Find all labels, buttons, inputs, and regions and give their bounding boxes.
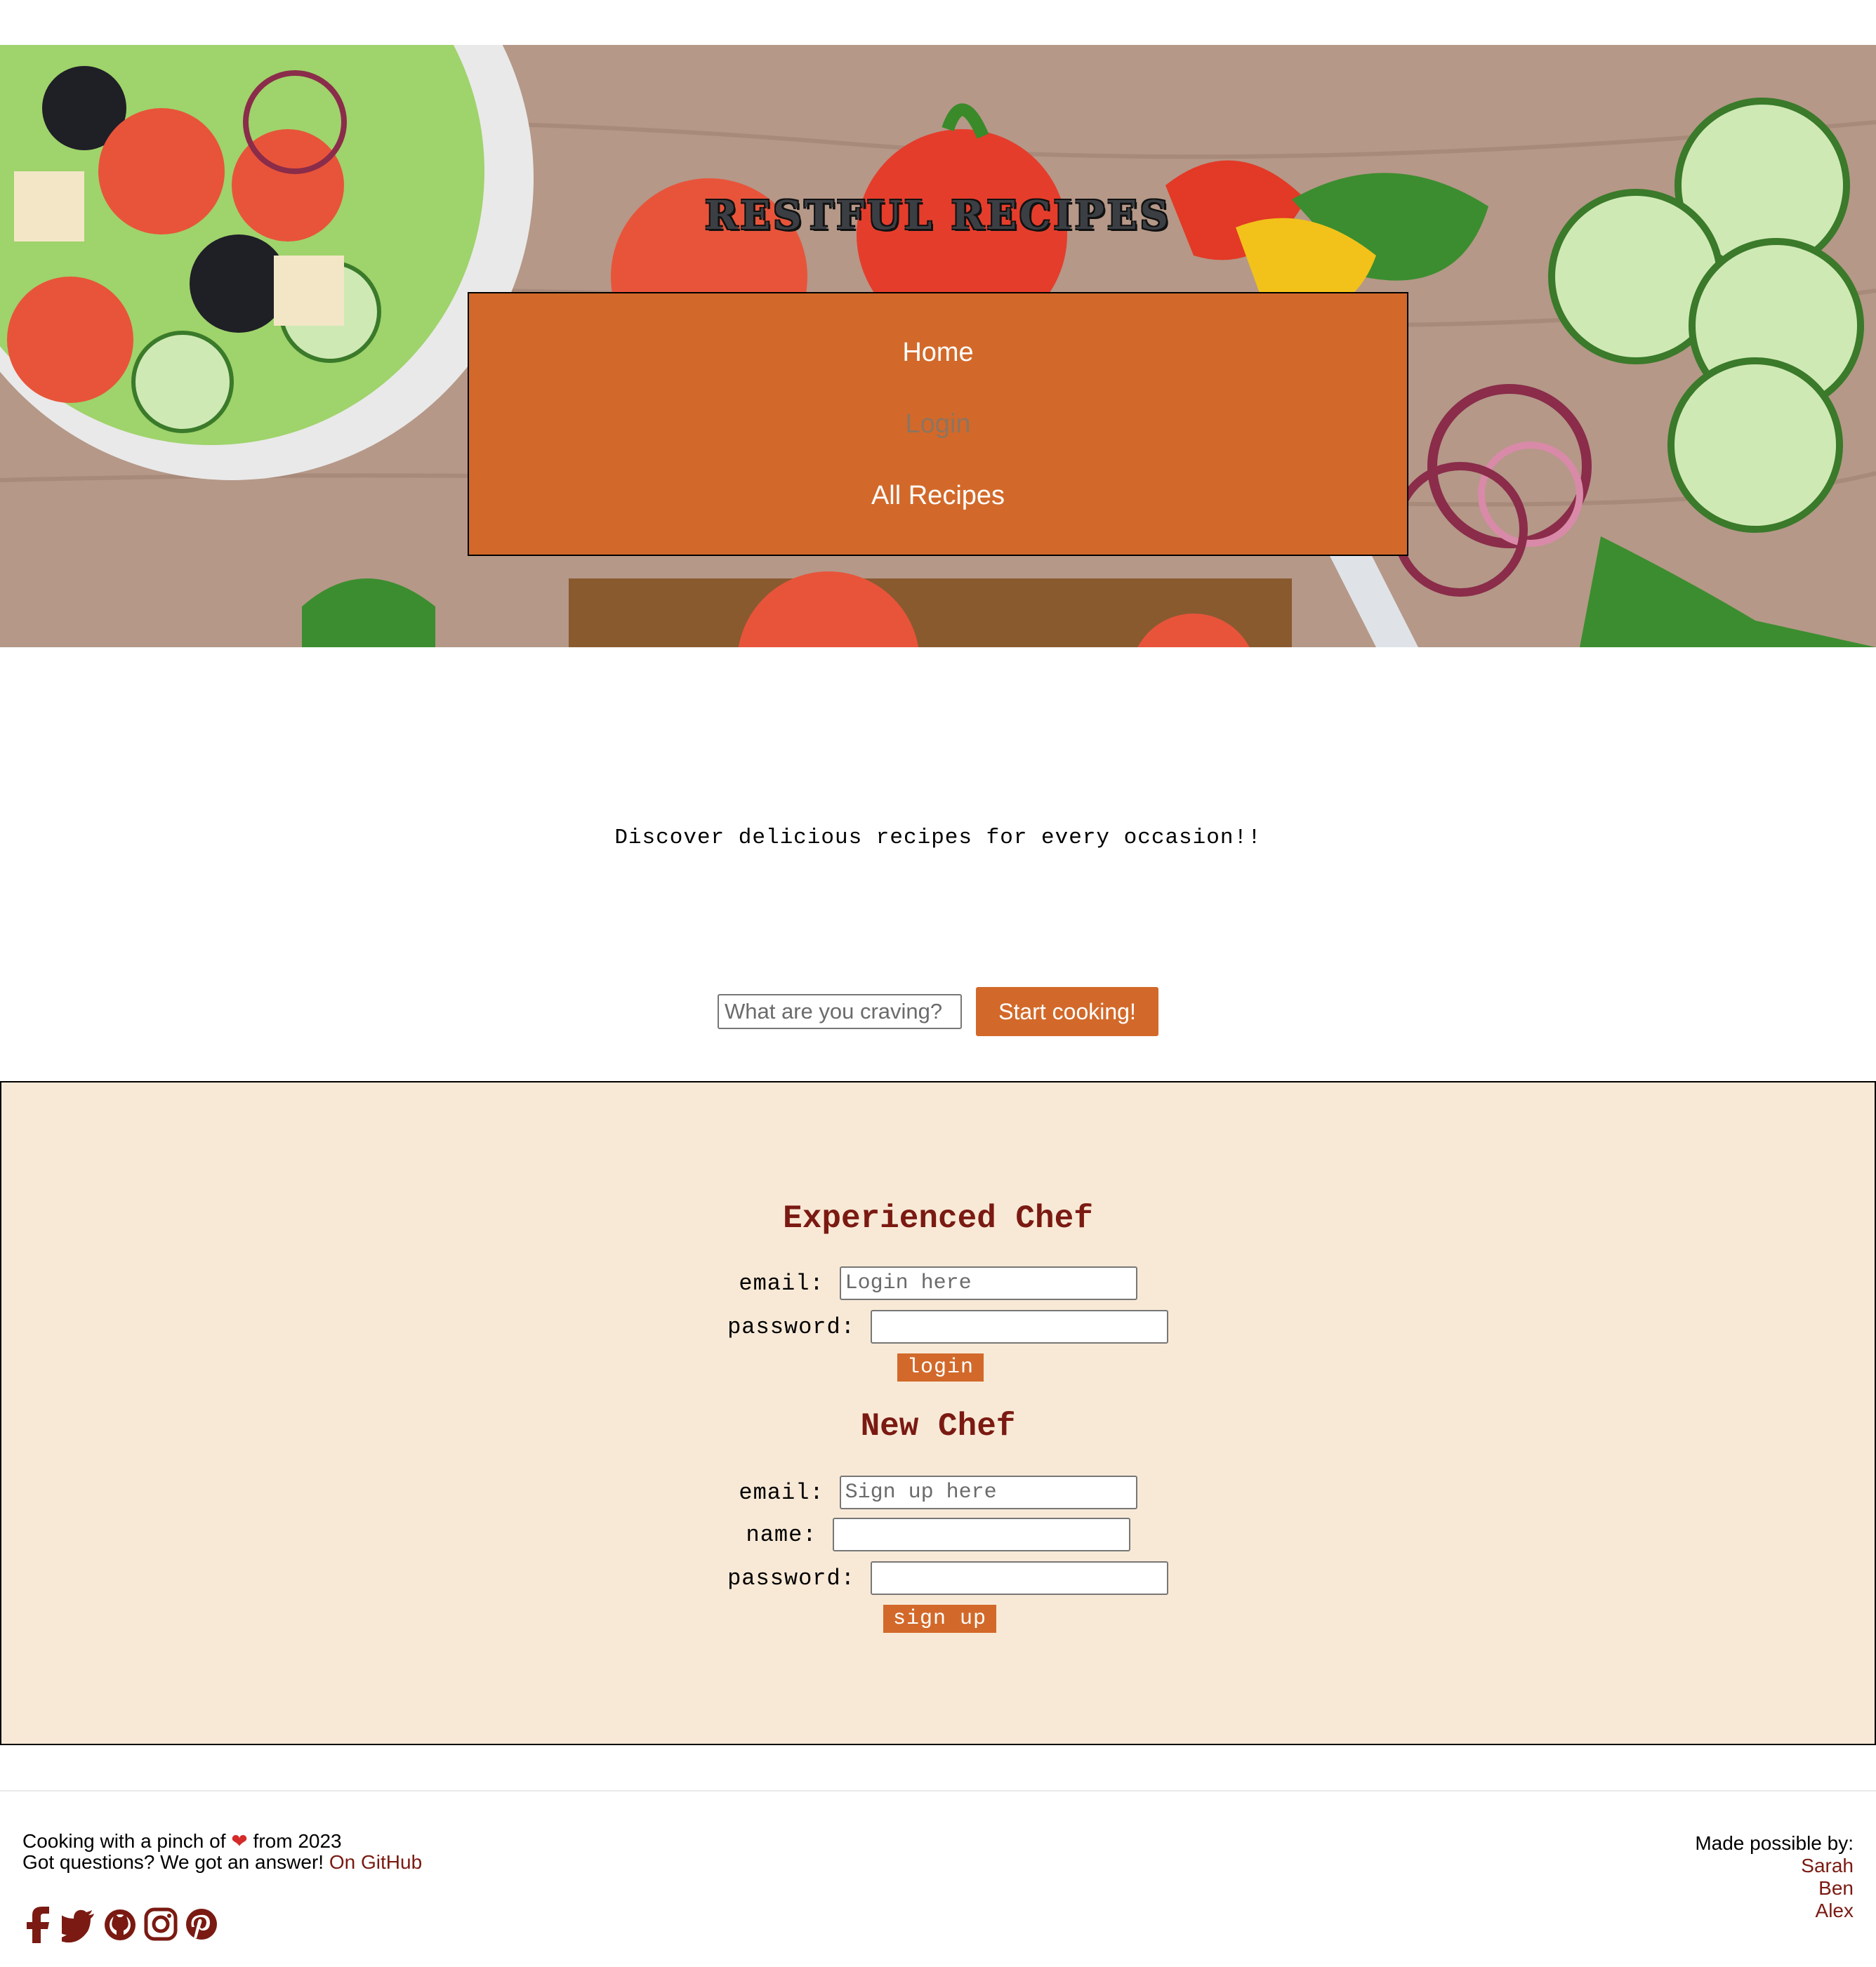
login-password-field[interactable] <box>870 1310 1168 1344</box>
github-link[interactable]: On GitHub <box>329 1851 422 1873</box>
github-icon[interactable] <box>103 1904 138 1943</box>
hero-banner: RESTFUL RECIPES Home Login All Recipes <box>0 45 1876 647</box>
login-password-row: password: <box>1 1310 1875 1344</box>
signup-email-label: email: <box>739 1479 824 1506</box>
signup-email-field[interactable] <box>839 1476 1137 1509</box>
auth-panel: Experienced Chef email: password: login … <box>0 1081 1876 1745</box>
credits-label: Made possible by: <box>1695 1832 1854 1854</box>
login-email-row: email: <box>1 1266 1875 1300</box>
search-bar: Start cooking! <box>0 987 1876 1036</box>
main-nav: Home Login All Recipes <box>468 292 1408 556</box>
footer-info: Cooking with a pinch of ❤ from 2023 Got … <box>22 1831 422 1873</box>
site-title: RESTFUL RECIPES <box>704 192 1172 239</box>
credit-link-sarah[interactable]: Sarah <box>1801 1855 1854 1876</box>
signup-button[interactable]: sign up <box>883 1605 997 1633</box>
login-button[interactable]: login <box>897 1353 984 1382</box>
credit-link-alex[interactable]: Alex <box>1816 1900 1854 1921</box>
signup-name-row: name: <box>1 1518 1875 1551</box>
signup-heading: New Chef <box>860 1408 1016 1445</box>
start-cooking-button[interactable]: Start cooking! <box>976 987 1158 1036</box>
instagram-icon[interactable] <box>143 1904 178 1943</box>
search-input[interactable] <box>718 994 962 1029</box>
footer-credits: Made possible by: Sarah Ben Alex <box>1695 1832 1854 1922</box>
login-password-label: password: <box>727 1313 855 1340</box>
signup-password-row: password: <box>1 1561 1875 1595</box>
footer-divider <box>0 1790 1876 1792</box>
facebook-icon[interactable] <box>21 1904 56 1943</box>
signup-password-label: password: <box>727 1565 855 1591</box>
tagline: Discover delicious recipes for every occ… <box>614 826 1262 850</box>
login-email-label: email: <box>739 1270 824 1297</box>
footer-questions-text: Got questions? We got an answer! <box>22 1851 324 1873</box>
signup-password-field[interactable] <box>870 1561 1168 1595</box>
login-email-field[interactable] <box>839 1266 1137 1300</box>
footer-line-2: Got questions? We got an answer! On GitH… <box>22 1852 422 1873</box>
credit-link-ben[interactable]: Ben <box>1818 1877 1854 1899</box>
nav-item-home[interactable]: Home <box>902 317 973 388</box>
footer-line-1-text: Cooking with a pinch of <box>22 1830 226 1852</box>
footer-line-1: Cooking with a pinch of ❤ from 2023 <box>22 1831 422 1852</box>
nav-item-all-recipes[interactable]: All Recipes <box>871 460 1005 531</box>
social-links <box>21 1904 219 1943</box>
nav-item-login[interactable]: Login <box>906 388 971 460</box>
heart-icon: ❤ <box>231 1830 248 1852</box>
signup-email-row: email: <box>1 1476 1875 1509</box>
signup-name-field[interactable] <box>832 1518 1130 1551</box>
signup-name-label: name: <box>746 1521 817 1548</box>
twitter-icon[interactable] <box>54 1904 97 1943</box>
footer-year-text: from 2023 <box>247 1830 342 1852</box>
login-heading: Experienced Chef <box>783 1200 1093 1237</box>
pinterest-icon[interactable] <box>184 1904 219 1943</box>
